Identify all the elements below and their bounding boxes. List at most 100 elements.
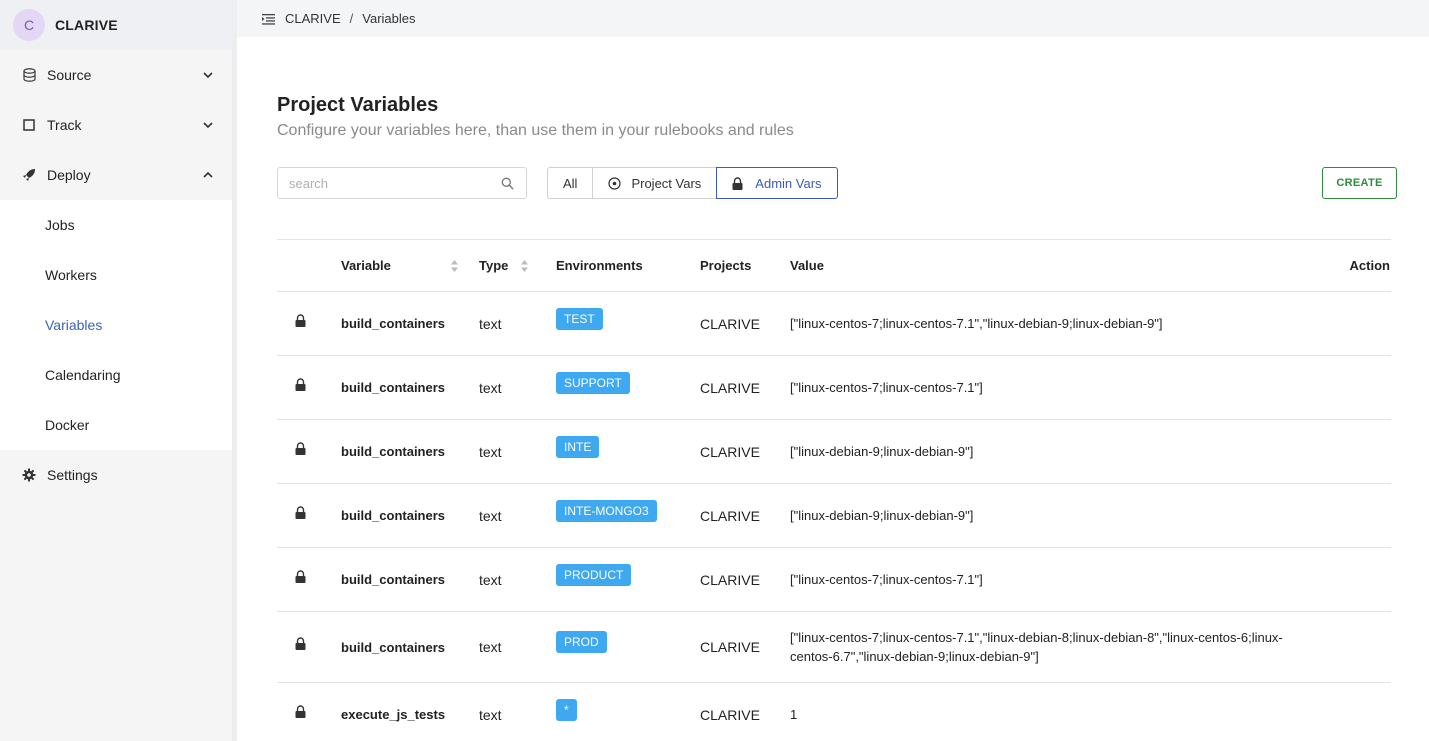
filter-label: Admin Vars — [755, 175, 822, 191]
variable-name[interactable]: execute_js_tests — [341, 707, 479, 722]
variable-type: text — [479, 571, 502, 588]
column-header-projects: Projects — [700, 258, 752, 273]
table-row[interactable]: build_containers text PROD CLARIVE ["lin… — [277, 612, 1391, 683]
lock-icon — [295, 505, 306, 519]
breadcrumb-current: Variables — [362, 11, 416, 26]
environment-badge: INTE — [556, 435, 600, 458]
page-subtitle: Configure your variables here, than use … — [277, 122, 794, 139]
table-header: Variable Type Environments Projects Valu… — [277, 240, 1391, 292]
variable-value: ["linux-centos-7;linux-centos-7.1"] — [790, 380, 983, 395]
environment-badge: * — [556, 698, 577, 721]
filter-all-button[interactable]: All — [547, 167, 594, 199]
project-name: CLARIVE — [700, 639, 760, 655]
column-header-value: Value — [790, 258, 824, 273]
filter-project-vars-button[interactable]: Project Vars — [592, 167, 718, 199]
sidebar-item-variables[interactable]: Variables — [0, 300, 232, 350]
variable-name[interactable]: build_containers — [341, 572, 479, 587]
sidebar: C CLARIVE Source Track Deploy Jobs Worke… — [0, 0, 232, 741]
breadcrumb-root[interactable]: CLARIVE — [285, 11, 341, 26]
variable-value: 1 — [790, 707, 798, 722]
column-header-action: Action — [1349, 258, 1390, 273]
column-header-variable[interactable]: Variable — [341, 258, 479, 273]
menu-toggle-icon[interactable] — [262, 13, 275, 25]
variable-value: ["linux-debian-9;linux-debian-9"] — [790, 508, 974, 523]
breadcrumb: CLARIVE / Variables — [237, 0, 1429, 37]
column-header-type[interactable]: Type — [479, 258, 556, 273]
environment-badge: INTE-MONGO3 — [556, 499, 657, 522]
sidebar-item-calendaring[interactable]: Calendaring — [0, 350, 232, 400]
create-button[interactable]: CREATE — [1322, 167, 1397, 199]
sidebar-item-source[interactable]: Source — [0, 50, 232, 100]
sidebar-item-track[interactable]: Track — [0, 100, 232, 150]
sort-icon[interactable] — [520, 259, 529, 273]
variable-name[interactable]: build_containers — [341, 444, 479, 459]
table-row[interactable]: build_containers text INTE CLARIVE ["lin… — [277, 420, 1391, 484]
variable-value: ["linux-centos-7;linux-centos-7.1","linu… — [790, 316, 1163, 331]
database-icon — [22, 68, 36, 82]
page-title: Project Variables — [277, 94, 439, 116]
sidebar-item-label: Track — [47, 117, 82, 133]
column-header-environments: Environments — [556, 258, 643, 273]
lock-icon — [732, 176, 745, 190]
sidebar-item-docker[interactable]: Docker — [0, 400, 232, 450]
gear-icon — [22, 468, 36, 482]
search-box — [277, 167, 527, 199]
brand-header[interactable]: C CLARIVE — [0, 0, 232, 50]
deploy-submenu: Jobs Workers Variables Calendaring Docke… — [0, 200, 232, 450]
variable-type: text — [479, 706, 502, 723]
square-icon — [22, 118, 36, 132]
variable-type: text — [479, 315, 502, 332]
search-icon[interactable] — [501, 177, 514, 190]
sidebar-item-label: Settings — [47, 467, 98, 483]
environment-badge: PRODUCT — [556, 563, 632, 586]
target-icon — [608, 176, 622, 190]
sidebar-item-jobs[interactable]: Jobs — [0, 200, 232, 250]
variable-type: text — [479, 639, 502, 655]
filter-admin-vars-button[interactable]: Admin Vars — [716, 167, 838, 199]
lock-icon — [295, 704, 306, 718]
variable-type: text — [479, 507, 502, 524]
sidebar-item-label: Source — [47, 67, 92, 83]
sort-icon[interactable] — [450, 259, 459, 273]
variable-name[interactable]: build_containers — [341, 316, 479, 331]
table-row[interactable]: build_containers text PRODUCT CLARIVE ["… — [277, 548, 1391, 612]
variable-name[interactable]: build_containers — [341, 380, 479, 395]
main-content: Project Variables Configure your variabl… — [237, 37, 1429, 741]
lock-icon — [295, 569, 306, 583]
variable-name[interactable]: build_containers — [341, 640, 479, 655]
sidebar-item-workers[interactable]: Workers — [0, 250, 232, 300]
table-row[interactable]: build_containers text TEST CLARIVE ["lin… — [277, 292, 1391, 356]
environment-badge: TEST — [556, 307, 603, 330]
environment-badge: PROD — [556, 631, 607, 653]
table-row[interactable]: execute_js_tests text * CLARIVE 1 — [277, 683, 1391, 741]
variables-table: Variable Type Environments Projects Valu… — [277, 239, 1391, 741]
variable-value: ["linux-centos-7;linux-centos-7.1"] — [790, 572, 983, 587]
chevron-up-icon[interactable] — [202, 169, 214, 181]
variable-type: text — [479, 443, 502, 460]
sidebar-item-deploy[interactable]: Deploy — [0, 150, 232, 200]
sidebar-item-label: Deploy — [47, 167, 91, 183]
lock-icon — [295, 313, 306, 327]
chevron-down-icon[interactable] — [202, 69, 214, 81]
project-name: CLARIVE — [700, 706, 760, 723]
project-name: CLARIVE — [700, 571, 760, 588]
chevron-down-icon[interactable] — [202, 119, 214, 131]
project-name: CLARIVE — [700, 315, 760, 332]
variable-type: text — [479, 379, 502, 396]
avatar[interactable]: C — [13, 9, 45, 41]
search-input[interactable] — [278, 168, 488, 198]
lock-icon — [295, 637, 306, 650]
sidebar-item-settings[interactable]: Settings — [0, 450, 232, 500]
table-row[interactable]: build_containers text SUPPORT CLARIVE ["… — [277, 356, 1391, 420]
environment-badge: SUPPORT — [556, 371, 630, 394]
project-name: CLARIVE — [700, 379, 760, 396]
project-name: CLARIVE — [700, 507, 760, 524]
breadcrumb-separator: / — [349, 11, 354, 26]
filter-label: All — [563, 175, 578, 191]
table-row[interactable]: build_containers text INTE-MONGO3 CLARIV… — [277, 484, 1391, 548]
variable-name[interactable]: build_containers — [341, 508, 479, 523]
project-name: CLARIVE — [700, 443, 760, 460]
lock-icon — [295, 441, 306, 455]
variable-value: ["linux-centos-7;linux-centos-7.1","linu… — [790, 630, 1283, 664]
variable-value: ["linux-debian-9;linux-debian-9"] — [790, 444, 974, 459]
